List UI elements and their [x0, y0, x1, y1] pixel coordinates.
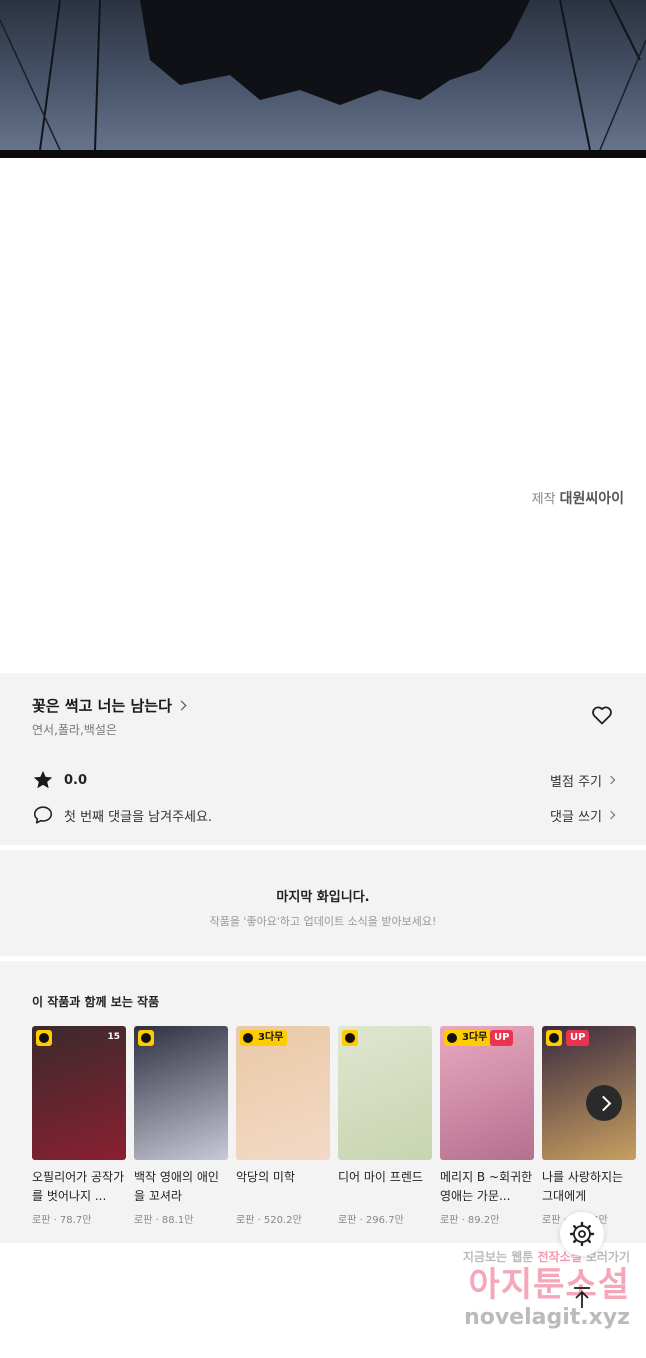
gear-icon: [569, 1221, 595, 1247]
recommendation-title: 오필리어가 공작가를 벗어나지 ...: [32, 1170, 125, 1203]
series-title: 꽃은 썩고 너는 남는다: [32, 697, 172, 715]
comment-row: 첫 번째 댓글을 남겨주세요. 댓글 쓰기: [32, 803, 616, 827]
series-title-link[interactable]: 꽃은 썩고 너는 남는다: [32, 695, 187, 716]
scroll-top-button[interactable]: [566, 1282, 598, 1314]
age-rating-badge: 15: [107, 1032, 120, 1042]
credit-name: 대원씨아이: [559, 491, 624, 507]
chevron-right-icon: [176, 700, 187, 711]
recommendation-meta: 로판 · 520.2만: [236, 1215, 302, 1226]
update-badge: UP: [490, 1030, 514, 1046]
carousel-next-button[interactable]: [586, 1085, 622, 1121]
watermark-url: novelagit.xyz: [464, 1305, 630, 1330]
cover-thumbnail: 3다무: [236, 1026, 330, 1160]
recommendations-list: 15 오필리어가 공작가를 벗어나지 ... 로판 · 78.7만 백작 영애의 애인…: [32, 1026, 636, 1226]
last-episode-subtitle: 작품을 '좋아요'하고 업데이트 소식을 받아보세요!: [209, 915, 437, 928]
recommendation-card[interactable]: 3다무악당의 미학로판 · 520.2만: [236, 1026, 330, 1226]
comic-panel-image: [0, 0, 646, 160]
rating-value: 0.0: [64, 772, 88, 788]
chevron-right-icon: [606, 810, 616, 820]
speech-bubble-icon: [33, 806, 53, 824]
site-watermark: 지금보는 웹툰 전작소설 보러가기 아지툰소설 novelagit.xyz: [440, 1248, 630, 1338]
arrow-up-icon: [574, 1287, 590, 1308]
clock-icon: [138, 1030, 154, 1046]
comic-panel-border: [0, 150, 646, 158]
rate-button-label: 별점 주기: [550, 774, 602, 790]
comic-blank-area: [0, 158, 646, 673]
write-comment-label: 댓글 쓰기: [550, 809, 602, 825]
wait-free-badge: 3다무: [240, 1030, 288, 1046]
chevron-right-icon: [606, 775, 616, 785]
cover-thumbnail: 3다무 UP: [440, 1026, 534, 1160]
viewer-settings-button[interactable]: [560, 1212, 604, 1256]
rate-button[interactable]: 별점 주기: [550, 771, 616, 790]
recommendation-title: 디어 마이 프렌드: [338, 1170, 423, 1184]
recommendations-heading: 이 작품과 함께 보는 작품: [32, 995, 160, 1009]
recommendation-meta: 로판 · 89.2만: [440, 1215, 500, 1226]
credit-prefix: 제작: [531, 492, 556, 507]
recommendation-meta: 로판 · 88.1만: [134, 1215, 194, 1226]
comment-prompt: 첫 번째 댓글을 남겨주세요.: [64, 809, 213, 825]
clock-icon: [36, 1030, 52, 1046]
recommendation-title: 악당의 미학: [236, 1170, 296, 1184]
production-credit: 제작 대원씨아이: [532, 488, 624, 508]
recommendation-meta: 로판 · 296.7만: [338, 1215, 404, 1226]
heart-icon[interactable]: [590, 703, 614, 727]
cover-thumbnail: 15: [32, 1026, 126, 1160]
recommendation-card[interactable]: 백작 영애의 애인을 꼬셔라로판 · 88.1만: [134, 1026, 228, 1226]
recommendation-card[interactable]: 디어 마이 프렌드로판 · 296.7만: [338, 1026, 432, 1226]
clock-icon: [546, 1030, 562, 1046]
watermark-tagline-a: 지금보는 웹툰: [462, 1250, 534, 1264]
cover-thumbnail: [338, 1026, 432, 1160]
watermark-brand: 아지툰소설: [468, 1265, 630, 1305]
clock-icon: [342, 1030, 358, 1046]
recommendation-card[interactable]: UP나를 사랑하지는 그대에게로판 · 102.4만: [542, 1026, 636, 1226]
wait-free-badge: 3다무: [444, 1030, 492, 1046]
write-comment-button[interactable]: 댓글 쓰기: [550, 806, 616, 825]
series-info-panel: 꽃은 썩고 너는 남는다 연서,폴라,백설은 0.0 별점 주기 첫 번째 댓글…: [0, 673, 646, 845]
last-episode-title: 마지막 화입니다.: [276, 890, 370, 905]
update-badge: UP: [566, 1030, 590, 1046]
rating-row: 0.0 별점 주기: [32, 768, 616, 792]
recommendation-title: 나를 사랑하지는 그대에게: [542, 1170, 624, 1203]
star-icon: [33, 770, 53, 789]
series-authors: 연서,폴라,백설은: [32, 723, 117, 737]
recommendations-panel: 이 작품과 함께 보는 작품 15 오필리어가 공작가를 벗어나지 ... 로판 ·…: [0, 961, 646, 1243]
comic-artwork: [0, 0, 646, 151]
recommendation-title: 백작 영애의 애인을 꼬셔라: [134, 1170, 219, 1203]
recommendation-card[interactable]: 15 오필리어가 공작가를 벗어나지 ... 로판 · 78.7만: [32, 1026, 126, 1226]
cover-thumbnail: [134, 1026, 228, 1160]
last-episode-notice: 마지막 화입니다. 작품을 '좋아요'하고 업데이트 소식을 받아보세요!: [0, 850, 646, 956]
recommendation-meta: 로판 · 78.7만: [32, 1215, 92, 1226]
recommendation-card[interactable]: 3다무 UP 메리지 B ~회귀한 영애는 가문... 로판 · 89.2만: [440, 1026, 534, 1226]
recommendation-title: 메리지 B ~회귀한 영애는 가문...: [440, 1170, 533, 1203]
